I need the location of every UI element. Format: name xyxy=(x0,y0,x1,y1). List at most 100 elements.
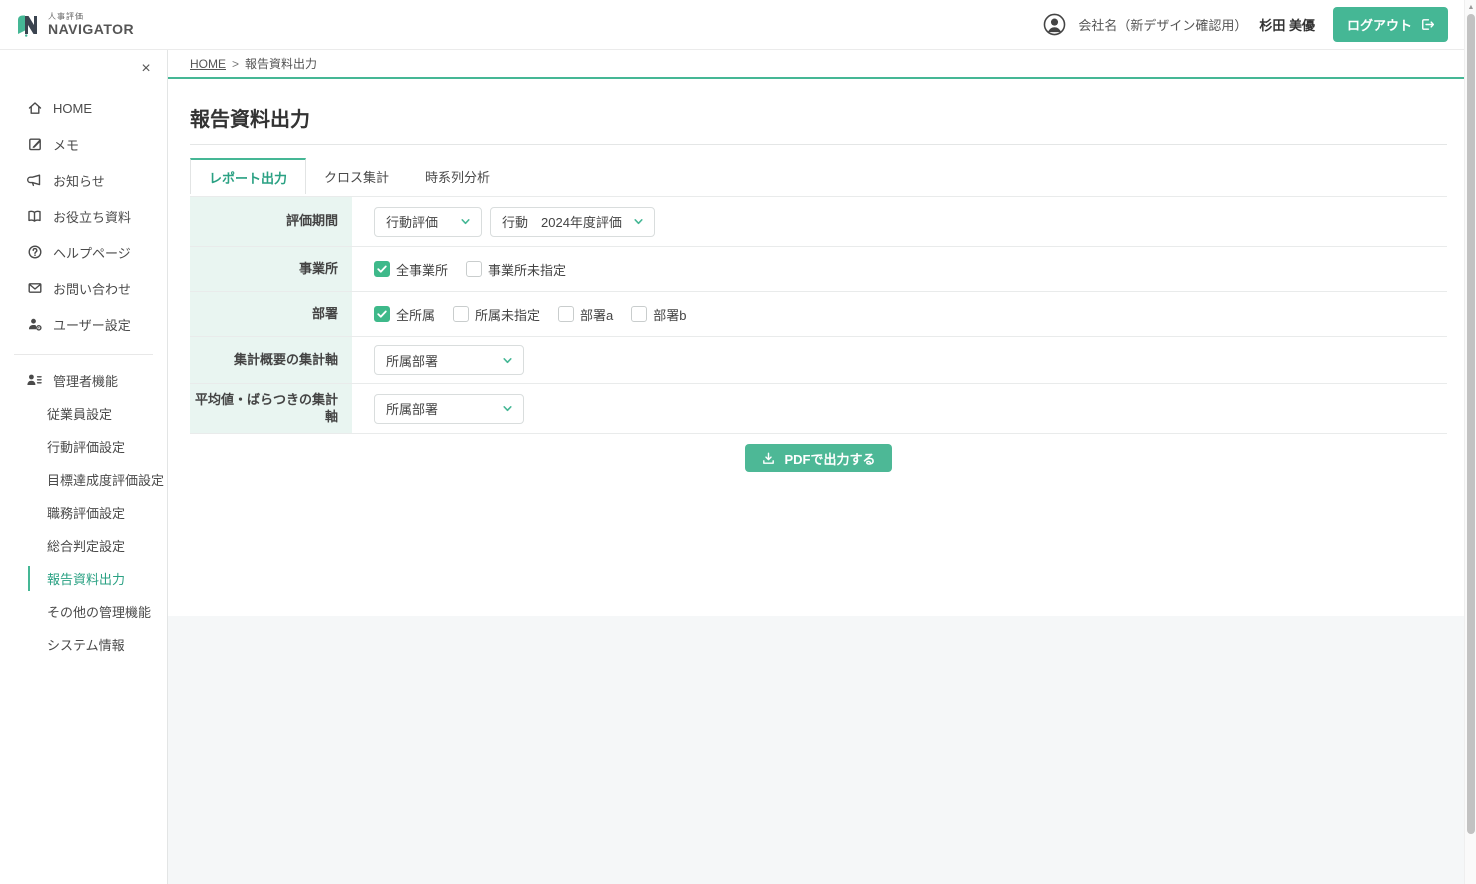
home-icon xyxy=(26,100,43,117)
sidebar-item-admin-functions[interactable]: 管理者機能 xyxy=(0,363,167,397)
chevron-down-icon xyxy=(501,354,514,367)
tab-時系列分析[interactable]: 時系列分析 xyxy=(407,158,508,194)
app-logo[interactable]: 人事評価 NAVIGATOR xyxy=(14,11,134,38)
tab-レポート出力[interactable]: レポート出力 xyxy=(190,158,306,194)
sidebar-close-button[interactable]: × xyxy=(133,56,159,82)
sidebar-item-label: お問い合わせ xyxy=(53,279,131,298)
sidebar-item-home[interactable]: HOME xyxy=(0,90,167,126)
sidebar-item-book[interactable]: お役立ち資料 xyxy=(0,198,167,234)
checkbox-部署a[interactable]: 部署a xyxy=(558,305,613,324)
checkbox-label: 部署b xyxy=(653,305,686,324)
sidebar-subitem[interactable]: 総合判定設定 xyxy=(0,529,167,562)
mail-icon xyxy=(26,280,43,297)
sidebar-subitem[interactable]: 行動評価設定 xyxy=(0,430,167,463)
chevron-down-icon xyxy=(501,402,514,415)
breadcrumb-separator: > xyxy=(232,57,239,71)
sidebar-item-mail[interactable]: お問い合わせ xyxy=(0,270,167,306)
sidebar-item-megaphone[interactable]: お知らせ xyxy=(0,162,167,198)
checkbox-label: 全所属 xyxy=(396,305,435,324)
tab-クロス集計[interactable]: クロス集計 xyxy=(306,158,407,194)
vertical-scrollbar[interactable]: ▲ xyxy=(1464,0,1476,884)
title-divider xyxy=(190,144,1447,145)
book-icon xyxy=(26,208,43,225)
sidebar-subitem-label: 報告資料出力 xyxy=(47,569,125,588)
form-row-label: 平均値・ばらつきの集計軸 xyxy=(190,384,352,433)
form-row-label: 事業所 xyxy=(190,247,352,291)
tab-label: クロス集計 xyxy=(324,167,389,186)
megaphone-icon xyxy=(26,172,43,189)
sidebar-subitem[interactable]: システム情報 xyxy=(0,628,167,661)
checkbox-label: 所属未指定 xyxy=(475,305,540,324)
checkbox-全事業所[interactable]: 全事業所 xyxy=(374,260,448,279)
sidebar-item-memo[interactable]: メモ xyxy=(0,126,167,162)
sidebar-subitem[interactable]: その他の管理機能 xyxy=(0,595,167,628)
tab-label: 時系列分析 xyxy=(425,167,490,186)
sidebar: × HOMEメモお知らせお役立ち資料ヘルプページお問い合わせユーザー設定 管理者… xyxy=(0,50,168,884)
select-行動評価[interactable]: 行動評価 xyxy=(374,207,482,237)
checkbox-group: 全事業所 事業所未指定 xyxy=(374,260,566,279)
sidebar-subitem[interactable]: 報告資料出力 xyxy=(0,562,167,595)
memo-icon xyxy=(26,136,43,153)
sidebar-subitem[interactable]: 従業員設定 xyxy=(0,397,167,430)
scrollbar-thumb[interactable] xyxy=(1467,14,1475,834)
form-row: 評価期間行動評価行動 2024年度評価 xyxy=(190,196,1447,246)
form-row-label: 集計概要の集計軸 xyxy=(190,337,352,383)
app-header: 人事評価 NAVIGATOR 会社名（新デザイン確認用） 杉田 美優 ログアウト xyxy=(0,0,1476,50)
form-row-content: 所属部署 xyxy=(352,337,1447,383)
sidebar-subitem-label: その他の管理機能 xyxy=(47,602,151,621)
scrollbar-up-arrow[interactable]: ▲ xyxy=(1465,2,1476,12)
checkbox-box xyxy=(453,306,469,322)
form-row: 事業所 全事業所 事業所未指定 xyxy=(190,246,1447,291)
form-row: 平均値・ばらつきの集計軸 所属部署 xyxy=(190,383,1447,433)
breadcrumb: HOME > 報告資料出力 xyxy=(168,50,1476,79)
admin-users-icon xyxy=(26,372,43,388)
sidebar-item-help[interactable]: ヘルプページ xyxy=(0,234,167,270)
logout-icon xyxy=(1419,17,1434,32)
export-pdf-button-label: PDFで出力する xyxy=(784,449,875,468)
sidebar-item-label: お知らせ xyxy=(53,171,105,190)
checkbox-label: 全事業所 xyxy=(396,260,448,279)
select-所属部署[interactable]: 所属部署 xyxy=(374,394,524,424)
checkbox-group: 全所属 所属未指定 部署a 部署b xyxy=(374,305,687,324)
checkbox-box xyxy=(558,306,574,322)
form-row: 部署全所属所属未指定部署a部署b xyxy=(190,291,1447,336)
sidebar-admin-nav: 従業員設定行動評価設定目標達成度評価設定職務評価設定総合判定設定報告資料出力その… xyxy=(0,397,167,661)
logo-n-icon xyxy=(14,11,41,38)
checkbox-部署b[interactable]: 部署b xyxy=(631,305,686,324)
checkbox-box xyxy=(466,261,482,277)
form-row-content: 行動評価 行動 2024年度評価 xyxy=(352,197,1447,246)
sidebar-subitem[interactable]: 目標達成度評価設定 xyxy=(0,463,167,496)
sidebar-subitem[interactable]: 職務評価設定 xyxy=(0,496,167,529)
breadcrumb-home-link[interactable]: HOME xyxy=(190,57,226,71)
tab-label: レポート出力 xyxy=(209,168,287,187)
company-name: 会社名（新デザイン確認用） xyxy=(1078,15,1247,34)
checkbox-事業所未指定[interactable]: 事業所未指定 xyxy=(466,260,566,279)
sidebar-divider xyxy=(14,354,153,355)
logout-button[interactable]: ログアウト xyxy=(1333,7,1448,42)
export-pdf-button[interactable]: PDFで出力する xyxy=(745,444,891,472)
select-行動 2024年度評価[interactable]: 行動 2024年度評価 xyxy=(490,207,655,237)
sidebar-subitem-label: 行動評価設定 xyxy=(47,437,125,456)
sidebar-item-label: ヘルプページ xyxy=(53,243,131,262)
select-所属部署[interactable]: 所属部署 xyxy=(374,345,524,375)
checkbox-label: 部署a xyxy=(580,305,613,324)
select-value: 所属部署 xyxy=(386,351,438,370)
checkbox-label: 事業所未指定 xyxy=(488,260,566,279)
sidebar-subitem-label: 職務評価設定 xyxy=(47,503,125,522)
user-gear-icon xyxy=(26,316,43,333)
form-row-content: 所属部署 xyxy=(352,384,1447,433)
select-value: 行動 2024年度評価 xyxy=(502,212,622,231)
checkbox-全所属[interactable]: 全所属 xyxy=(374,305,435,324)
select-value: 所属部署 xyxy=(386,399,438,418)
tab-bar: レポート出力 クロス集計 時系列分析 xyxy=(190,158,1447,194)
select-value: 行動評価 xyxy=(386,212,438,231)
form-row-content: 全所属 所属未指定 部署a 部署b xyxy=(352,292,1447,336)
chevron-down-icon xyxy=(459,215,472,228)
sidebar-item-user-gear[interactable]: ユーザー設定 xyxy=(0,306,167,342)
user-name: 杉田 美優 xyxy=(1259,15,1315,34)
page-title: 報告資料出力 xyxy=(190,79,1447,132)
sidebar-subitem-label: 総合判定設定 xyxy=(47,536,125,555)
checkbox-所属未指定[interactable]: 所属未指定 xyxy=(453,305,540,324)
breadcrumb-current: 報告資料出力 xyxy=(245,55,317,72)
help-icon xyxy=(26,244,43,261)
